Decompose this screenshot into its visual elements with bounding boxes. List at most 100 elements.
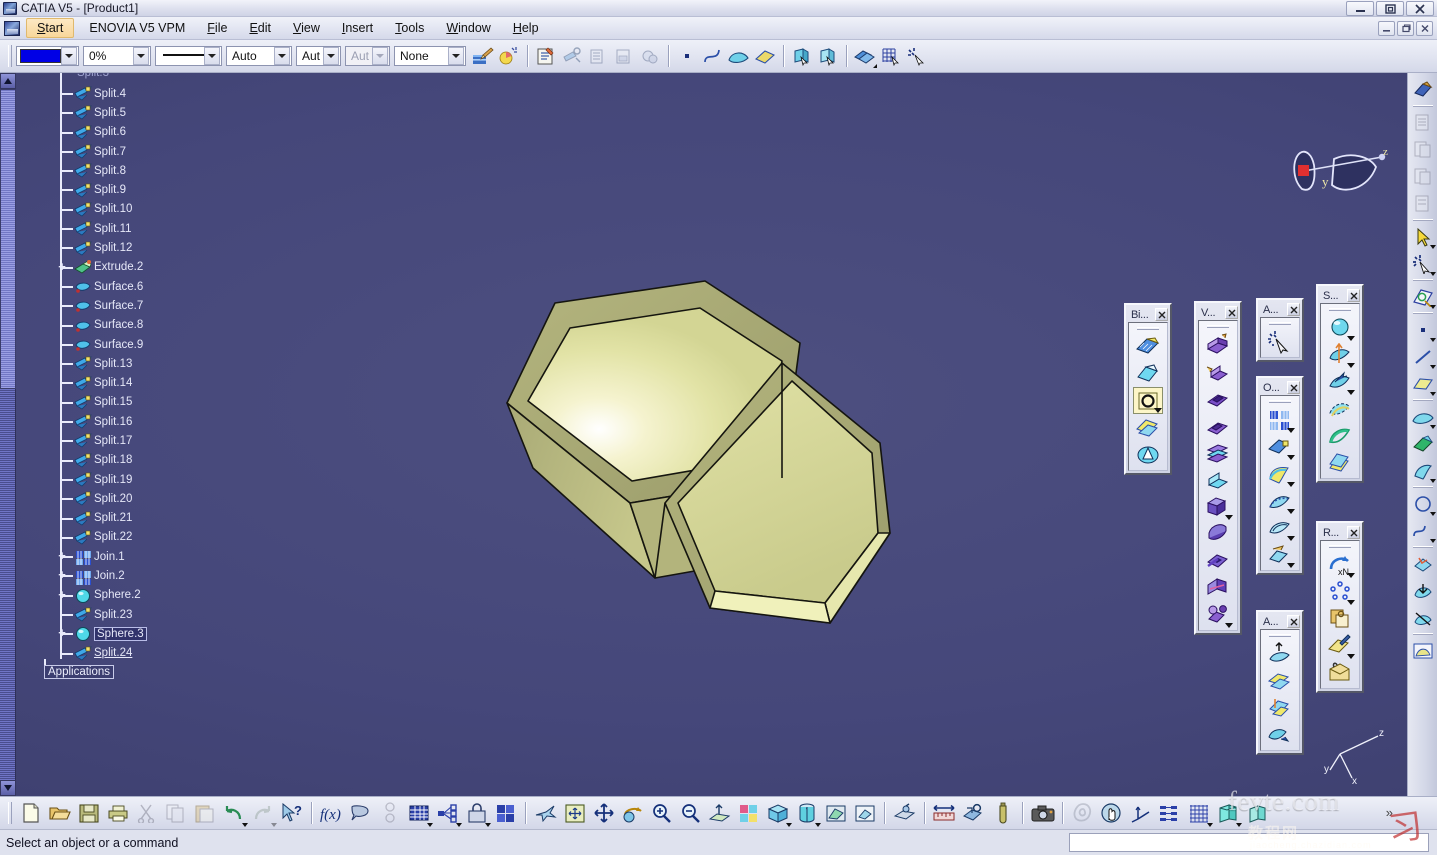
copy-paste-icon[interactable] — [1325, 605, 1355, 632]
tree-vertical-scrollbar[interactable] — [0, 73, 16, 796]
extrude-surface-icon[interactable] — [726, 43, 752, 69]
zoom-out-icon[interactable] — [676, 799, 705, 828]
line-weight-combo[interactable] — [155, 46, 222, 66]
palette-bi[interactable]: Bi... — [1124, 303, 1172, 475]
join-surface-icon[interactable] — [1265, 667, 1295, 694]
tree-node[interactable]: Split.10 — [22, 200, 232, 219]
chevron-down-icon[interactable] — [448, 47, 464, 65]
tree-node[interactable]: Surface.8 — [22, 316, 232, 335]
command-input[interactable] — [1069, 833, 1429, 852]
zoom-in-icon[interactable] — [647, 799, 676, 828]
mdi-restore-button[interactable] — [1397, 21, 1414, 36]
tree-node[interactable]: Split.16 — [22, 412, 232, 431]
toolbar-grip[interactable] — [8, 45, 12, 67]
transparency-combo[interactable]: 0% — [83, 46, 151, 66]
tree-layout-icon[interactable] — [1155, 799, 1184, 828]
menu-file[interactable]: File — [196, 18, 238, 38]
multi-select-icon[interactable] — [852, 43, 878, 69]
design-table-icon[interactable] — [404, 799, 433, 828]
chevron-down-icon[interactable] — [1154, 408, 1162, 413]
tree-node[interactable]: +Join.2 — [22, 566, 232, 585]
chevron-down-icon[interactable] — [323, 47, 339, 65]
tree-node[interactable]: Split.6 — [22, 123, 232, 142]
pattern-icon[interactable] — [1265, 406, 1295, 433]
tree-node[interactable]: Surface.9 — [22, 335, 232, 354]
tree-node[interactable]: Split.23 — [22, 605, 232, 624]
measure-item-icon[interactable] — [959, 799, 988, 828]
palette-title-bar[interactable]: A... — [1260, 614, 1300, 629]
magic-select-icon[interactable] — [904, 43, 930, 69]
scroll-up-arrow-icon[interactable] — [0, 73, 16, 89]
split-surface-icon[interactable] — [1133, 333, 1163, 360]
navigation-compass[interactable]: z y — [1282, 141, 1392, 211]
tree-node[interactable]: Split.18 — [22, 451, 232, 470]
hide-show-icon[interactable] — [821, 799, 850, 828]
chevron-down-icon[interactable] — [204, 47, 220, 65]
palette-title-bar[interactable]: O... — [1260, 380, 1300, 395]
palette-title-bar[interactable]: Bi... — [1128, 307, 1168, 322]
tree-node[interactable]: Split.5 — [22, 103, 232, 122]
power-copy-icon[interactable] — [433, 799, 462, 828]
offset-surface-icon[interactable] — [1325, 395, 1355, 422]
revolution-surface-icon[interactable] — [1325, 341, 1355, 368]
enhanced-scene-icon[interactable] — [1213, 799, 1242, 828]
chevron-down-icon[interactable] — [1287, 563, 1295, 568]
minimize-button[interactable] — [1346, 1, 1374, 16]
scroll-down-arrow-icon[interactable] — [0, 780, 16, 796]
menu-window[interactable]: Window — [435, 18, 501, 38]
mdi-minimize-button[interactable] — [1378, 21, 1395, 36]
revolve-surface-icon[interactable] — [1409, 430, 1437, 457]
wizard-selection-icon[interactable] — [496, 43, 522, 69]
tree-node[interactable]: Split.19 — [22, 470, 232, 489]
plane-icon[interactable] — [1409, 370, 1437, 397]
close-icon[interactable] — [1155, 308, 1168, 321]
multi-extract-icon[interactable] — [1133, 441, 1163, 468]
capture-icon[interactable] — [1028, 799, 1057, 828]
render-style-icon[interactable] — [792, 799, 821, 828]
drafted-pocket-icon[interactable] — [1203, 412, 1233, 439]
rib-icon[interactable] — [1203, 520, 1233, 547]
palette-title-bar[interactable]: R... — [1320, 525, 1360, 540]
sphere-icon[interactable] — [1325, 314, 1355, 341]
open-document-icon[interactable] — [45, 799, 74, 828]
shaft-icon[interactable] — [1203, 466, 1233, 493]
close-icon[interactable] — [1287, 381, 1300, 394]
palette-a-top[interactable]: A... — [1256, 298, 1304, 362]
measure-between-icon[interactable] — [930, 799, 959, 828]
tree-node[interactable]: Split.11 — [22, 219, 232, 238]
fill-surface-icon[interactable] — [752, 43, 778, 69]
healing-icon[interactable] — [1265, 694, 1295, 721]
whats-this-help-icon[interactable]: ? — [277, 799, 306, 828]
stiffener-icon[interactable] — [1203, 574, 1233, 601]
wizard-analysis-icon[interactable] — [1265, 328, 1295, 355]
drafted-pad-icon[interactable] — [1203, 358, 1233, 385]
graphic-properties-painter-icon[interactable] — [470, 43, 496, 69]
grid-icon[interactable] — [1184, 799, 1213, 828]
tree-node[interactable]: Split.14 — [22, 373, 232, 392]
tree-node[interactable]: Split.8 — [22, 161, 232, 180]
measure-inertia-icon[interactable] — [988, 799, 1017, 828]
palette-r[interactable]: R... xN — [1316, 521, 1364, 693]
chevron-down-icon[interactable] — [1225, 623, 1233, 628]
palette-o[interactable]: O... — [1256, 376, 1304, 575]
normal-view-icon[interactable] — [705, 799, 734, 828]
chevron-down-icon[interactable] — [133, 47, 149, 65]
close-button[interactable] — [1406, 1, 1434, 16]
close-icon[interactable] — [1287, 303, 1300, 316]
pad-icon[interactable] — [1203, 331, 1233, 358]
pan-icon[interactable] — [589, 799, 618, 828]
fit-all-in-icon[interactable] — [560, 799, 589, 828]
repeat-object-icon[interactable]: xN — [1325, 551, 1355, 578]
fillet-icon[interactable] — [1265, 460, 1295, 487]
fly-mode-icon[interactable] — [531, 799, 560, 828]
formula-icon[interactable]: f(x) — [317, 799, 346, 828]
extrude-surface-icon[interactable] — [1325, 368, 1355, 395]
spline-icon[interactable] — [700, 43, 726, 69]
tree-node[interactable]: Surface.7 — [22, 296, 232, 315]
chevron-down-icon[interactable] — [274, 47, 290, 65]
palette-title-bar[interactable]: S... — [1320, 288, 1360, 303]
tree-node[interactable]: Split.20 — [22, 489, 232, 508]
tree-node[interactable]: +Extrude.2 — [22, 258, 232, 277]
scene-browser-icon[interactable] — [1242, 799, 1271, 828]
extract-icon[interactable] — [1133, 414, 1163, 441]
